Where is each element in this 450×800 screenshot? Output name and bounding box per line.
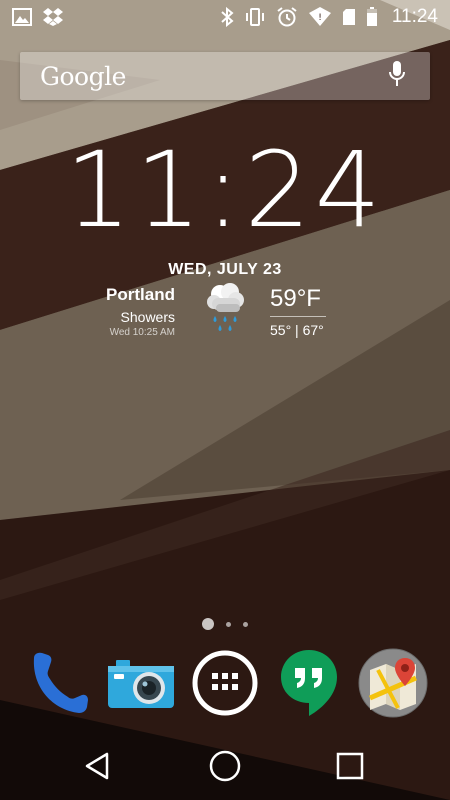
dock <box>0 648 450 726</box>
phone-icon <box>24 650 90 721</box>
back-icon <box>83 751 113 786</box>
dropbox-icon <box>42 6 64 28</box>
home-icon <box>208 749 242 788</box>
app-drawer-button[interactable] <box>190 650 260 720</box>
status-time: 11:24 <box>391 6 438 27</box>
google-logo: Google <box>40 61 126 91</box>
camera-icon <box>106 656 176 715</box>
recents-button[interactable] <box>330 748 370 788</box>
weather-condition: Showers <box>120 309 175 325</box>
alarm-icon <box>276 6 298 28</box>
navigation-bar <box>0 736 450 800</box>
page-dot <box>202 618 214 630</box>
microphone-icon[interactable] <box>388 60 406 93</box>
weather-hi-lo: 55° | 67° <box>270 322 324 338</box>
app-drawer-icon <box>192 650 258 721</box>
home-button[interactable] <box>205 748 245 788</box>
page-dot <box>243 621 248 627</box>
hangouts-app[interactable] <box>274 648 344 723</box>
hangouts-icon <box>277 648 341 723</box>
sd-card-icon <box>342 6 356 28</box>
weather-city[interactable]: Portland <box>100 285 175 305</box>
rain-cloud-icon <box>200 280 250 338</box>
vibrate-icon <box>244 6 266 28</box>
google-search-bar[interactable]: Google <box>20 52 430 100</box>
back-button[interactable] <box>78 748 118 788</box>
weather-temperature: 59°F <box>270 285 321 312</box>
weather-updated: Wed 10:25 AM <box>109 327 175 338</box>
home-clock[interactable]: 11:24 <box>0 138 450 242</box>
weather-date: WED, JULY 23 <box>168 261 282 278</box>
battery-icon <box>366 6 378 28</box>
camera-app[interactable] <box>106 650 176 720</box>
status-bar: ! 11:24 <box>0 0 450 34</box>
phone-app[interactable] <box>22 650 92 720</box>
recents-icon <box>335 751 365 786</box>
image-icon <box>12 6 32 28</box>
page-dot <box>226 621 231 627</box>
page-indicator <box>0 618 450 630</box>
svg-text:!: ! <box>318 13 322 23</box>
maps-icon <box>358 648 428 723</box>
divider <box>270 316 326 317</box>
bluetooth-icon <box>220 6 234 28</box>
maps-app[interactable] <box>358 648 428 723</box>
wifi-icon: ! <box>308 6 332 28</box>
